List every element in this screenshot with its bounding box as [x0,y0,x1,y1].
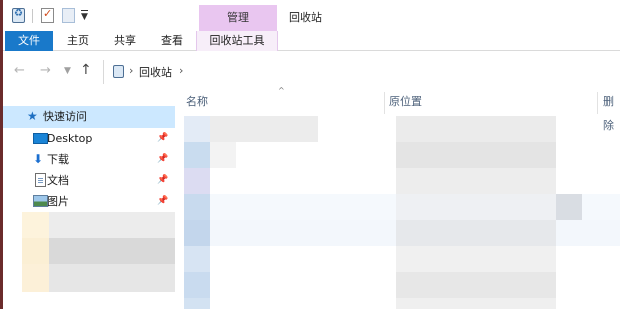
file-icon [184,116,210,142]
qat-customize-dropdown-icon[interactable]: ▼ [81,10,88,22]
file-icon [184,298,210,309]
table-row[interactable] [184,168,620,194]
table-row[interactable] [184,220,620,246]
table-row[interactable] [184,246,620,272]
file-icon [184,168,210,194]
redacted-nav-block [49,264,175,292]
redacted-cell [396,168,556,194]
table-row[interactable] [184,194,620,220]
address-row: ← → ▼ ↑ › 回收站 › [3,58,620,86]
pin-icon[interactable]: 📌 [157,191,168,212]
column-divider[interactable] [384,92,385,114]
address-path[interactable]: 回收站 [139,64,172,80]
table-row[interactable] [184,272,620,298]
redacted-cell [210,116,318,142]
file-icon [184,246,210,272]
chevron-right-icon[interactable]: › [179,64,183,77]
redacted-nav-block [49,238,175,264]
nav-item-quick-access[interactable]: ★ 快速访问 [3,106,175,128]
file-icon [184,142,210,168]
nav-item-desktop[interactable]: Desktop 📌 [5,128,173,149]
redacted-cell [396,116,556,142]
column-divider[interactable] [597,92,598,114]
download-icon: ⬇ [33,152,44,166]
file-icon [184,194,210,220]
redacted-cell [396,298,556,309]
redacted-cell [556,194,582,220]
recent-locations-chevron-icon[interactable]: ▼ [64,66,71,76]
window-title: 回收站 [289,11,322,24]
redacted-cell [396,142,556,168]
table-row[interactable] [184,142,620,168]
tab-file[interactable]: 文件 [5,31,53,51]
document-icon [35,173,46,187]
nav-item-documents[interactable]: 文档 📌 [5,170,173,191]
file-icon [184,272,210,298]
nav-item-downloads[interactable]: ⬇ 下载 📌 [5,149,173,170]
forward-arrow-icon[interactable]: → [40,63,51,78]
recycle-bin-icon [113,65,124,78]
redacted-cell [396,220,556,246]
title-bar: ▼ 管理 回收站 [3,0,620,31]
redacted-cell [396,272,556,298]
table-row[interactable] [184,116,620,142]
nav-item-label: Desktop [47,132,93,145]
pictures-icon [33,195,48,207]
file-list [184,116,620,309]
manage-context-tab[interactable]: 管理 [199,5,277,31]
desktop-icon [33,133,48,144]
navigation-pane: ★ 快速访问 Desktop 📌 ⬇ 下载 📌 文档 📌 图片 📌 [3,92,177,309]
nav-item-label: 文档 [47,174,69,187]
nav-item-label: 图片 [47,195,69,208]
file-icon [184,220,210,246]
tab-view[interactable]: 查看 [149,31,195,51]
sort-ascending-icon: ^ [278,86,285,95]
column-header-original-location[interactable]: 原位置 [389,90,422,114]
column-header-name[interactable]: 名称 [186,90,208,114]
pin-icon[interactable]: 📌 [157,149,168,170]
up-arrow-icon[interactable]: ↑ [80,62,92,78]
star-icon: ★ [27,109,38,123]
redacted-cell [396,194,556,220]
tab-recycle-bin-tools[interactable]: 回收站工具 [196,31,278,51]
pin-icon[interactable]: 📌 [157,128,168,149]
nav-item-label: 快速访问 [43,110,87,123]
tab-home[interactable]: 主页 [56,31,100,51]
properties-icon[interactable] [41,7,54,23]
back-arrow-icon[interactable]: ← [14,63,25,78]
redacted-nav-block [22,238,49,264]
table-row[interactable] [184,298,620,309]
redacted-nav-block [49,212,175,238]
redacted-nav-block [22,212,49,238]
recycle-bin-icon [12,8,25,23]
redacted-cell [210,142,236,168]
pin-icon[interactable]: 📌 [157,170,168,191]
chevron-right-icon[interactable]: › [129,64,133,77]
nav-item-pictures[interactable]: 图片 📌 [5,191,173,212]
nav-item-label: 下载 [47,153,69,166]
address-bar[interactable]: › 回收站 › [103,60,620,84]
tab-share[interactable]: 共享 [103,31,147,51]
redacted-nav-block [22,264,49,292]
redacted-cell [396,246,556,272]
column-header-date-deleted[interactable]: 删除 [603,90,620,132]
qat-separator [32,9,33,23]
new-folder-icon[interactable] [62,8,75,23]
ribbon-tab-bar: 文件 主页 共享 查看 回收站工具 [3,31,620,51]
